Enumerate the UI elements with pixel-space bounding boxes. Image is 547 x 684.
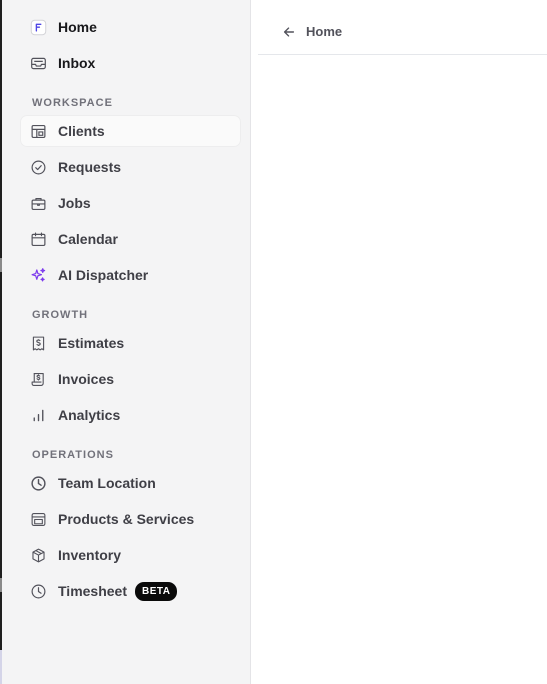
sparkles-icon [28, 265, 48, 285]
app-logo-icon [28, 17, 48, 37]
briefcase-icon [28, 193, 48, 213]
section-header-workspace: WORKSPACE [32, 97, 113, 109]
sidebar-item-estimates[interactable]: Estimates [20, 327, 241, 359]
sidebar-item-clients[interactable]: Clients [20, 115, 241, 147]
receipt-dollar-icon [28, 333, 48, 353]
sidebar-item-label: Timesheet [58, 583, 127, 599]
sidebar-item-inventory[interactable]: Inventory [20, 539, 241, 571]
sidebar-item-home[interactable]: Home [20, 11, 241, 43]
sidebar-item-analytics[interactable]: Analytics [20, 399, 241, 431]
sidebar-item-timesheet[interactable]: Timesheet BETA [20, 575, 241, 607]
sidebar-item-label: Calendar [58, 231, 118, 247]
section-header-growth: GROWTH [32, 309, 89, 321]
sidebar-item-label: Home [58, 19, 97, 35]
sidebar-item-label: Estimates [58, 335, 125, 351]
main-content: Home [251, 0, 547, 684]
check-circle-icon [28, 157, 48, 177]
sidebar-item-label: Inbox [58, 55, 96, 71]
beta-badge: BETA [135, 581, 178, 601]
sidebar-item-requests[interactable]: Requests [20, 151, 241, 183]
clock-icon [28, 581, 48, 601]
sidebar-item-label: Invoices [58, 371, 115, 387]
sidebar-item-inbox[interactable]: Inbox [20, 47, 241, 79]
sidebar-item-label: Products & Services [58, 511, 195, 527]
sidebar-item-team-location[interactable]: Team Location [20, 467, 241, 499]
breadcrumb: Home [258, 12, 547, 55]
package-icon [28, 545, 48, 565]
storefront-icon [28, 509, 48, 529]
sidebar-item-label: Analytics [58, 407, 121, 423]
sidebar-item-invoices[interactable]: Invoices [20, 363, 241, 395]
calendar-icon [28, 229, 48, 249]
sidebar: Home Inbox WORKSPACE Clients Requests Jo… [2, 0, 251, 684]
sidebar-item-label: AI Dispatcher [58, 267, 149, 283]
bar-chart-icon [28, 405, 48, 425]
section-header-operations: OPERATIONS [32, 449, 114, 461]
invoice-icon [28, 369, 48, 389]
sidebar-item-label: Requests [58, 159, 122, 175]
sidebar-item-calendar[interactable]: Calendar [20, 223, 241, 255]
sidebar-item-products-services[interactable]: Products & Services [20, 503, 241, 535]
sidebar-item-jobs[interactable]: Jobs [20, 187, 241, 219]
sidebar-item-label: Clients [58, 123, 105, 139]
inbox-icon [28, 53, 48, 73]
sidebar-item-label: Team Location [58, 475, 156, 491]
clock-icon [28, 473, 48, 493]
sidebar-item-label: Inventory [58, 547, 122, 563]
sidebar-item-ai-dispatcher[interactable]: AI Dispatcher [20, 259, 241, 291]
clients-icon [28, 121, 48, 141]
breadcrumb-home-link[interactable]: Home [306, 24, 342, 39]
sidebar-item-label: Jobs [58, 195, 91, 211]
arrow-left-icon[interactable] [282, 24, 298, 40]
